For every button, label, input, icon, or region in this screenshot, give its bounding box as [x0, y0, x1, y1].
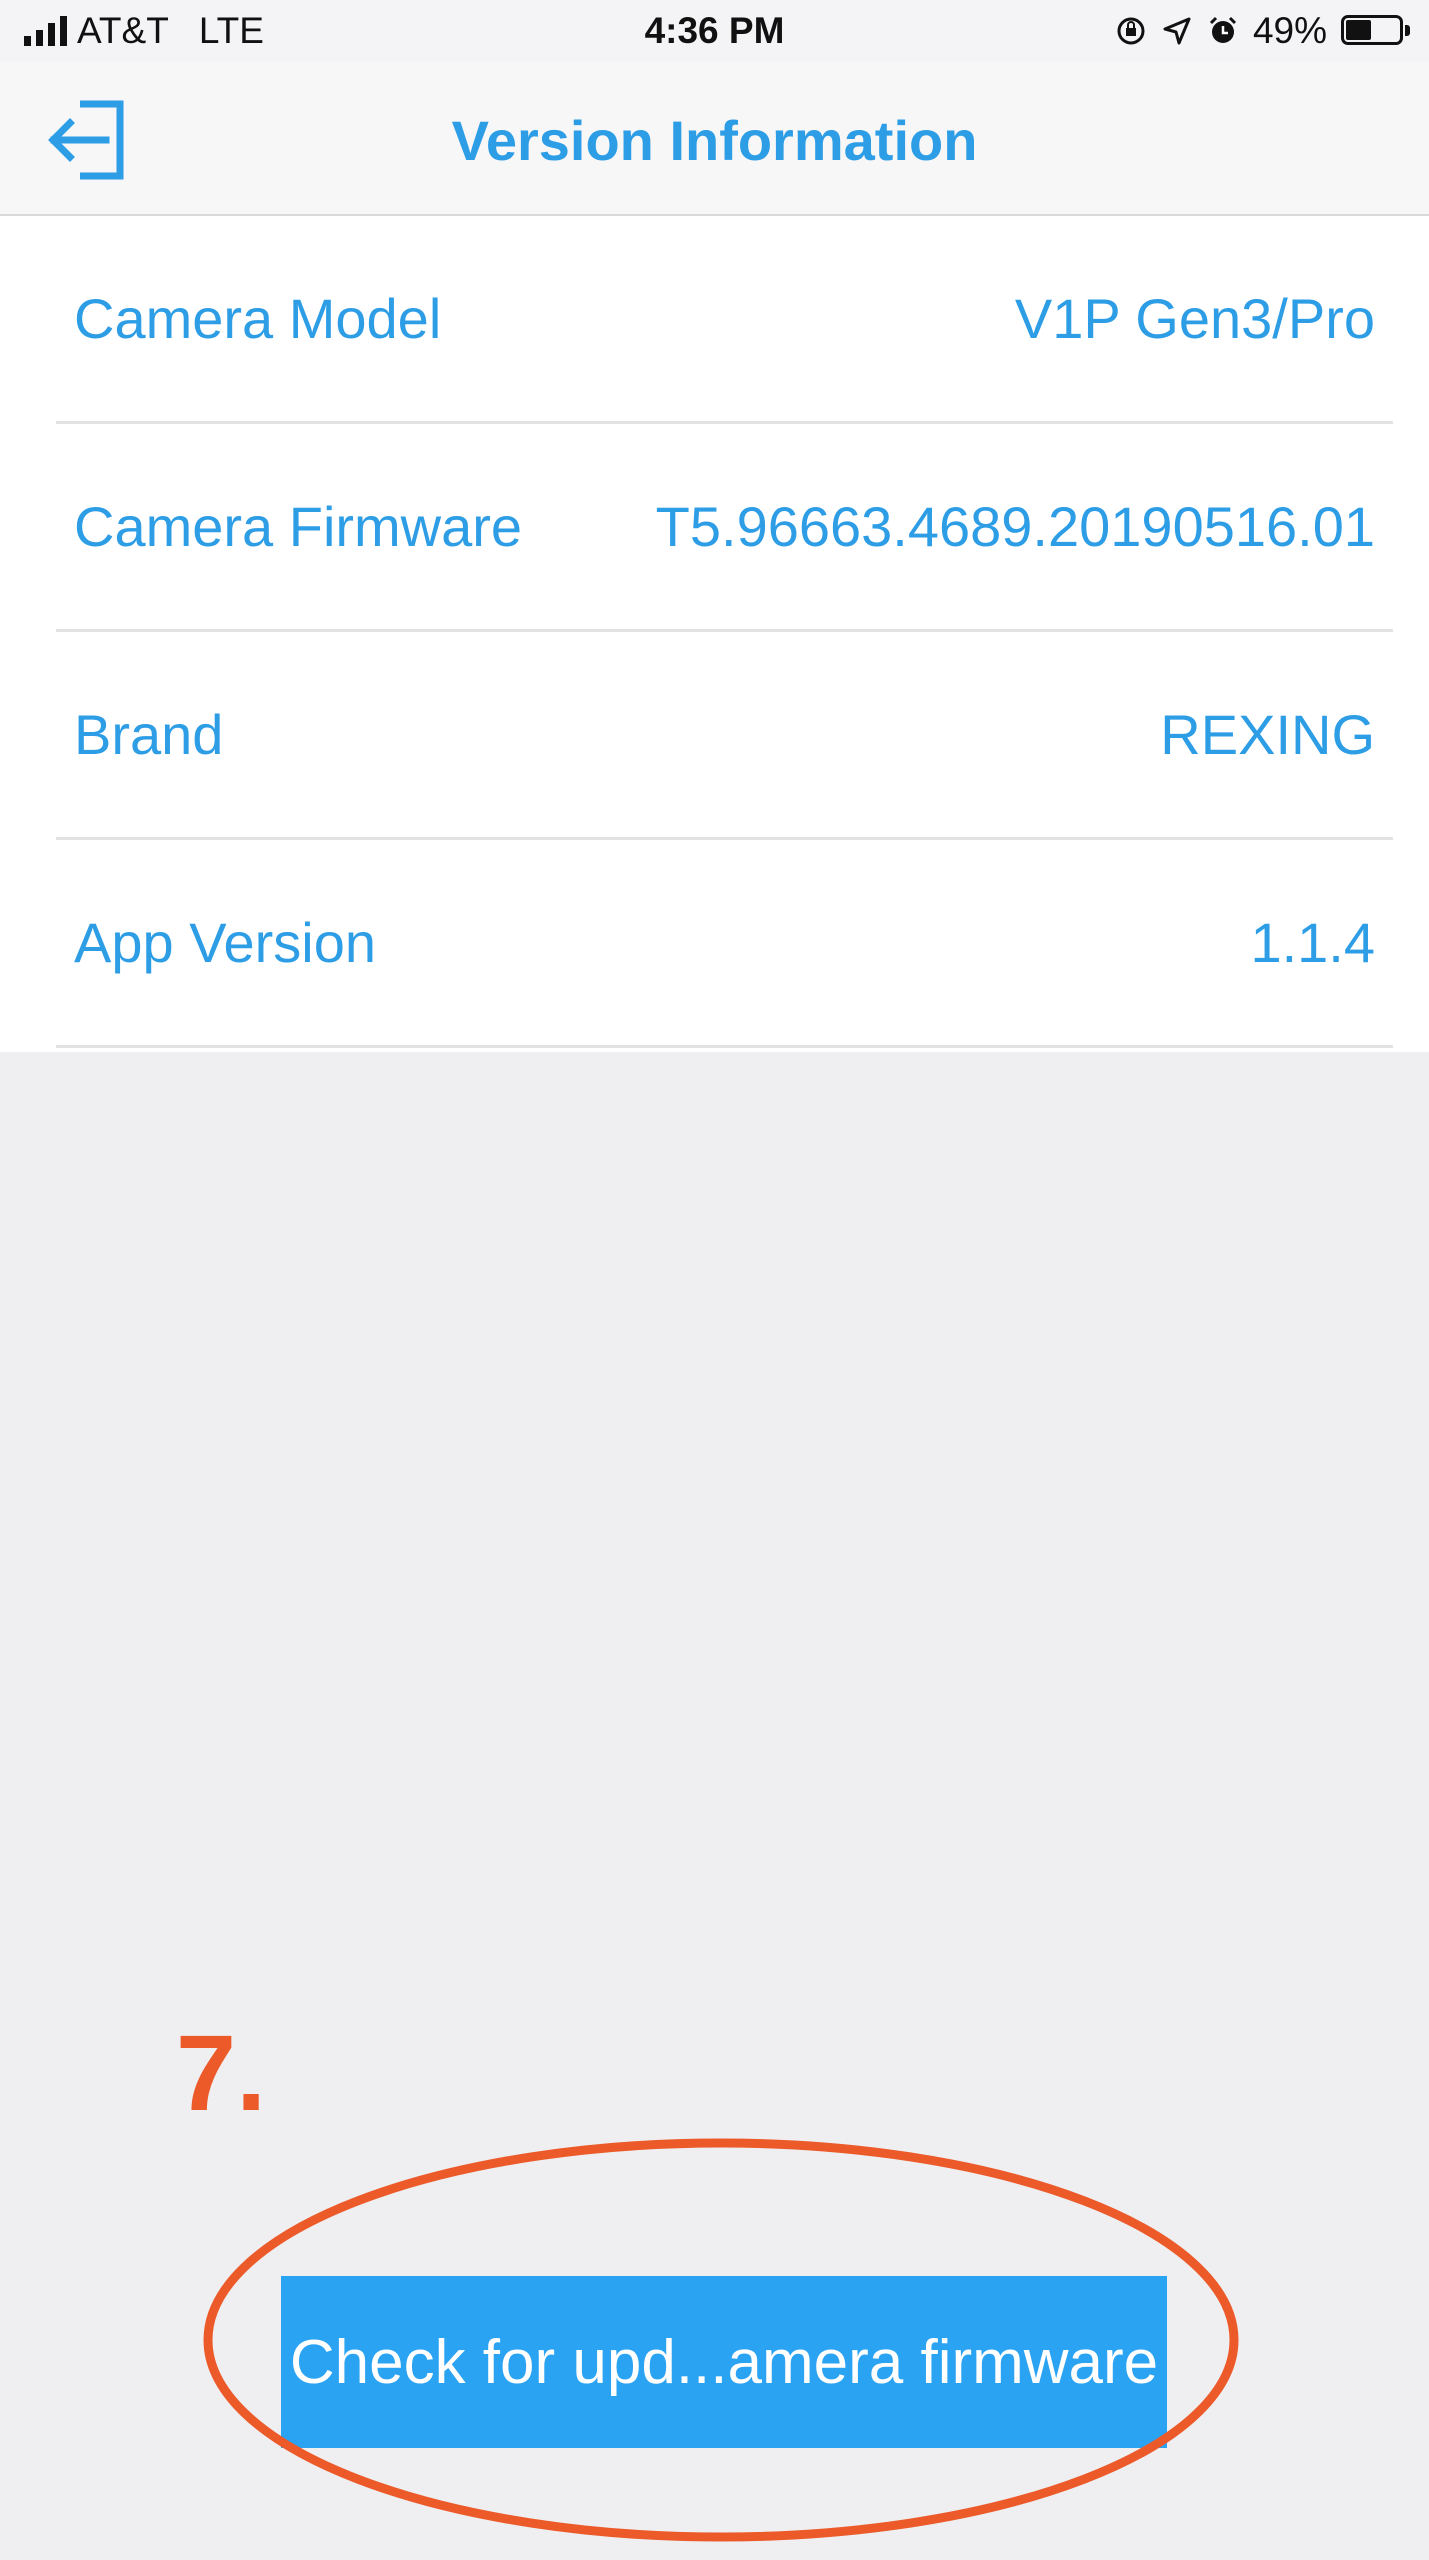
check-firmware-update-button[interactable]: Check for upd...amera firmware — [281, 2276, 1167, 2448]
version-info-list: Camera Model V1P Gen3/Pro Camera Firmwar… — [0, 216, 1429, 1052]
info-row-camera-model: Camera Model V1P Gen3/Pro — [56, 216, 1393, 424]
info-value: REXING — [1160, 703, 1375, 766]
rotation-lock-icon — [1117, 17, 1145, 45]
status-bar: AT&T LTE 4:36 PM 49% — [0, 0, 1429, 62]
info-value: V1P Gen3/Pro — [1014, 287, 1375, 350]
alarm-icon — [1209, 16, 1236, 43]
battery-icon — [1341, 15, 1413, 47]
battery-percent: 49% — [1252, 10, 1327, 51]
info-label: App Version — [74, 911, 376, 974]
info-row-camera-firmware: Camera Firmware T5.96663.4689.20190516.0… — [56, 424, 1393, 632]
status-right: 49% — [1115, 10, 1413, 52]
info-row-app-version: App Version 1.1.4 — [56, 840, 1393, 1048]
info-value: 1.1.4 — [1250, 911, 1375, 974]
info-label: Camera Firmware — [74, 495, 523, 558]
annotation-step-label: 7. — [176, 2012, 267, 2133]
info-value: T5.96663.4689.20190516.01 — [655, 495, 1375, 558]
page-title: Version Information — [451, 109, 978, 172]
navigation-bar: Version Information — [0, 62, 1429, 216]
info-label: Camera Model — [74, 287, 442, 350]
info-row-brand: Brand REXING — [56, 632, 1393, 840]
location-arrow-icon — [1163, 17, 1191, 45]
info-label: Brand — [74, 703, 224, 766]
